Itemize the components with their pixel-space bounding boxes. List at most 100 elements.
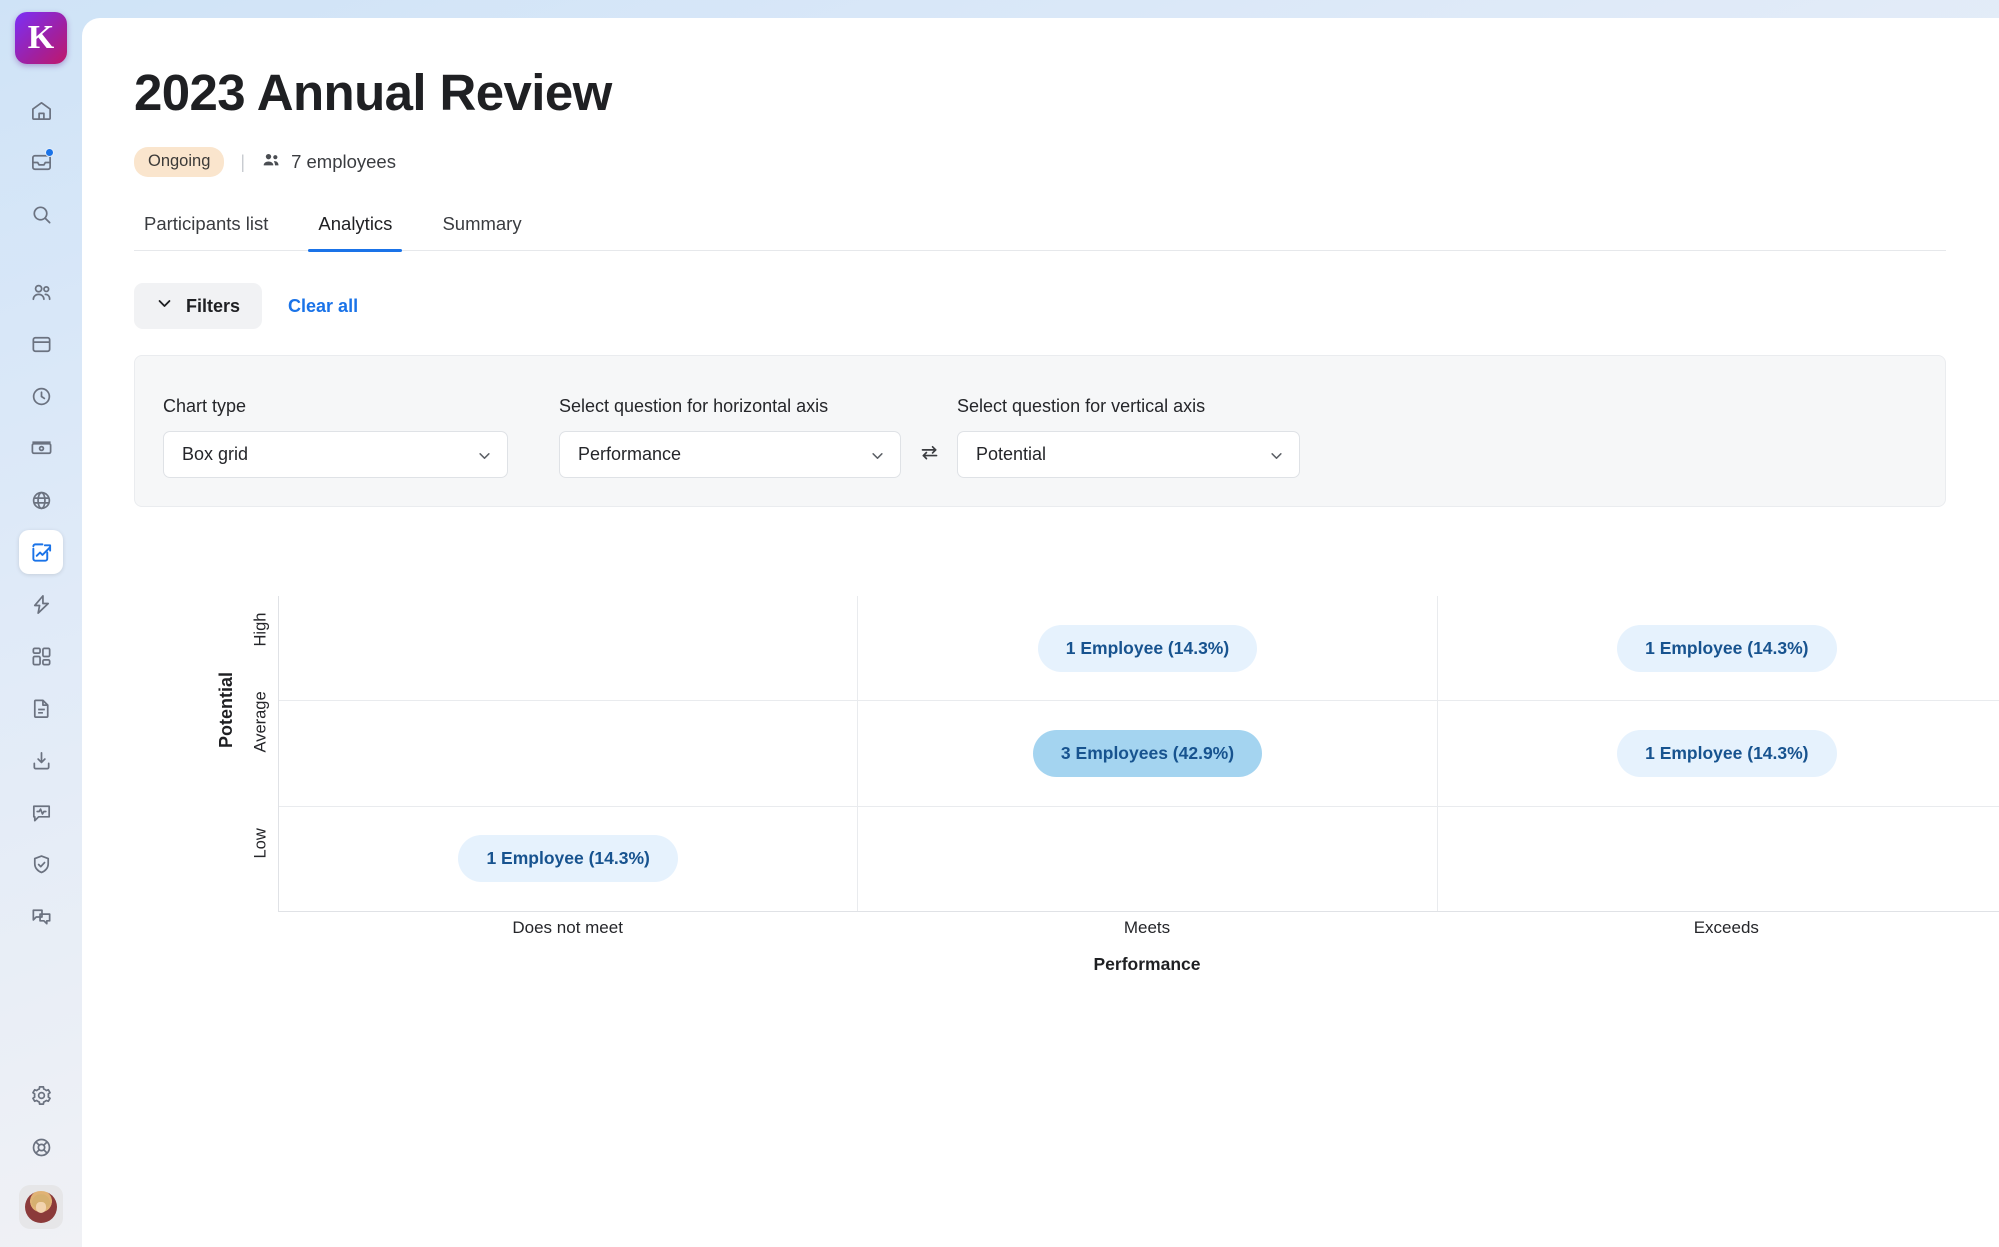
box-grid-row-low: 1 Employee (14.3%) bbox=[279, 806, 1999, 912]
import-download-icon bbox=[30, 749, 53, 772]
inbox-unread-badge bbox=[45, 148, 54, 157]
sidebar-item-global[interactable] bbox=[19, 478, 63, 522]
box-cell-average-meets[interactable]: 3 Employees (42.9%) bbox=[858, 701, 1438, 806]
swap-axes-button[interactable] bbox=[907, 431, 951, 478]
sidebar-item-insights[interactable] bbox=[19, 790, 63, 834]
chevron-down-icon bbox=[156, 295, 186, 317]
x-tick-does-not-meet: Does not meet bbox=[512, 918, 623, 937]
shield-check-icon bbox=[30, 853, 53, 876]
chart-type-value: Box grid bbox=[182, 444, 249, 465]
sidebar-item-compliance[interactable] bbox=[19, 842, 63, 886]
chat-bubbles-icon bbox=[30, 905, 53, 928]
avatar-image bbox=[25, 1191, 57, 1223]
sidebar-item-imports[interactable] bbox=[19, 738, 63, 782]
search-icon bbox=[30, 203, 53, 226]
tab-participants-list[interactable]: Participants list bbox=[134, 213, 278, 250]
swap-arrows-icon bbox=[919, 442, 940, 468]
x-tick-meets: Meets bbox=[1123, 918, 1171, 937]
insights-pulse-icon bbox=[30, 801, 53, 824]
x-axis-title: Performance bbox=[1093, 954, 1201, 974]
box-cell-high-exceeds[interactable]: 1 Employee (14.3%) bbox=[1438, 596, 1999, 700]
horizontal-axis-label: Select question for horizontal axis bbox=[559, 396, 829, 417]
left-sidebar: K bbox=[0, 0, 82, 1247]
brand-logo[interactable]: K bbox=[15, 12, 67, 64]
main-panel: 2023 Annual Review Ongoing | 7 employees… bbox=[82, 18, 1999, 1247]
documents-icon bbox=[30, 697, 53, 720]
tab-summary[interactable]: Summary bbox=[432, 213, 531, 250]
performance-chart-icon bbox=[30, 541, 53, 564]
employee-count-pill[interactable]: 1 Employee (14.3%) bbox=[1617, 624, 1837, 672]
box-grid-chart: Potential High Average Low 1 Employee (1… bbox=[216, 596, 1999, 974]
meta-separator: | bbox=[240, 151, 246, 172]
page-content: 2023 Annual Review Ongoing | 7 employees… bbox=[82, 18, 1999, 508]
globe-icon bbox=[30, 489, 53, 512]
sidebar-item-help[interactable] bbox=[19, 1125, 63, 1169]
sidebar-item-messages[interactable] bbox=[19, 894, 63, 938]
tab-analytics[interactable]: Analytics bbox=[308, 213, 403, 252]
sidebar-item-apps[interactable] bbox=[19, 634, 63, 678]
calendar-icon bbox=[30, 333, 53, 356]
gear-icon bbox=[30, 1084, 53, 1107]
tab-bar: Participants list Analytics Summary bbox=[134, 213, 1946, 252]
sidebar-item-home[interactable] bbox=[19, 88, 63, 132]
sidebar-item-payroll[interactable] bbox=[19, 426, 63, 470]
chart-type-control: Chart type Box grid bbox=[163, 396, 508, 479]
employee-count-pill[interactable]: 1 Employee (14.3%) bbox=[1617, 729, 1837, 777]
sidebar-item-documents[interactable] bbox=[19, 686, 63, 730]
home-icon bbox=[30, 99, 53, 122]
sidebar-item-performance[interactable] bbox=[19, 530, 63, 574]
horizontal-axis-control: Select question for horizontal axis Perf… bbox=[559, 396, 901, 479]
horizontal-axis-select[interactable]: Performance bbox=[559, 431, 901, 479]
sidebar-nav-bottom bbox=[19, 1073, 63, 1229]
box-cell-high-does-not-meet[interactable] bbox=[279, 596, 859, 701]
page-meta: Ongoing | 7 employees bbox=[134, 147, 1999, 177]
brand-logo-letter: K bbox=[27, 19, 55, 56]
chart-type-select[interactable]: Box grid bbox=[163, 431, 508, 479]
box-cell-high-meets[interactable]: 1 Employee (14.3%) bbox=[858, 596, 1438, 701]
sidebar-item-automations[interactable] bbox=[19, 582, 63, 626]
y-tick-average: Average bbox=[251, 691, 270, 753]
sidebar-item-settings[interactable] bbox=[19, 1073, 63, 1117]
x-tick-exceeds: Exceeds bbox=[1693, 918, 1759, 937]
vertical-axis-select[interactable]: Potential bbox=[957, 431, 1300, 479]
sidebar-item-time-tracking[interactable] bbox=[19, 374, 63, 418]
x-axis-tick-labels: Does not meet Meets Exceeds bbox=[278, 918, 1999, 938]
box-cell-low-does-not-meet[interactable]: 1 Employee (14.3%) bbox=[279, 806, 859, 911]
clear-all-button[interactable]: Clear all bbox=[288, 296, 358, 317]
vertical-axis-control: Select question for vertical axis Potent… bbox=[957, 396, 1300, 479]
y-axis-title: Potential bbox=[216, 671, 236, 748]
sidebar-item-search[interactable] bbox=[19, 192, 63, 236]
box-cell-low-meets[interactable] bbox=[858, 806, 1438, 911]
people-icon bbox=[30, 281, 53, 304]
employee-count-pill[interactable]: 1 Employee (14.3%) bbox=[458, 835, 678, 883]
payroll-icon bbox=[30, 437, 53, 460]
sidebar-item-calendar[interactable] bbox=[19, 322, 63, 366]
filters-button-label: Filters bbox=[186, 295, 241, 316]
sidebar-item-inbox[interactable] bbox=[19, 140, 63, 184]
chart-type-label: Chart type bbox=[163, 396, 247, 417]
box-grid-row-average: 3 Employees (42.9%) 1 Employee (14.3%) bbox=[279, 701, 1999, 807]
vertical-axis-label: Select question for vertical axis bbox=[957, 396, 1206, 417]
employee-count-text: 7 employees bbox=[291, 151, 396, 173]
avatar[interactable] bbox=[19, 1185, 63, 1229]
automation-bolt-icon bbox=[30, 593, 53, 616]
apps-grid-icon bbox=[30, 645, 53, 668]
people-icon bbox=[261, 150, 291, 175]
chevron-down-icon bbox=[477, 447, 492, 462]
box-cell-low-exceeds[interactable] bbox=[1438, 807, 1999, 911]
y-tick-high: High bbox=[251, 612, 270, 647]
chevron-down-icon bbox=[1269, 447, 1284, 462]
box-cell-average-does-not-meet[interactable] bbox=[279, 701, 859, 806]
employee-count-pill[interactable]: 3 Employees (42.9%) bbox=[1032, 729, 1263, 777]
page-title: 2023 Annual Review bbox=[134, 64, 612, 121]
employee-count-pill[interactable]: 1 Employee (14.3%) bbox=[1037, 624, 1258, 672]
lifebuoy-help-icon bbox=[30, 1136, 53, 1159]
filters-button[interactable]: Filters bbox=[134, 283, 263, 330]
y-tick-low: Low bbox=[251, 828, 270, 859]
chart-controls-panel: Chart type Box grid Select question for … bbox=[134, 355, 1946, 508]
sidebar-item-people[interactable] bbox=[19, 270, 63, 314]
sidebar-nav-primary bbox=[19, 88, 63, 946]
box-cell-average-exceeds[interactable]: 1 Employee (14.3%) bbox=[1438, 701, 1999, 805]
status-badge: Ongoing bbox=[134, 147, 225, 177]
chevron-down-icon bbox=[870, 447, 885, 462]
